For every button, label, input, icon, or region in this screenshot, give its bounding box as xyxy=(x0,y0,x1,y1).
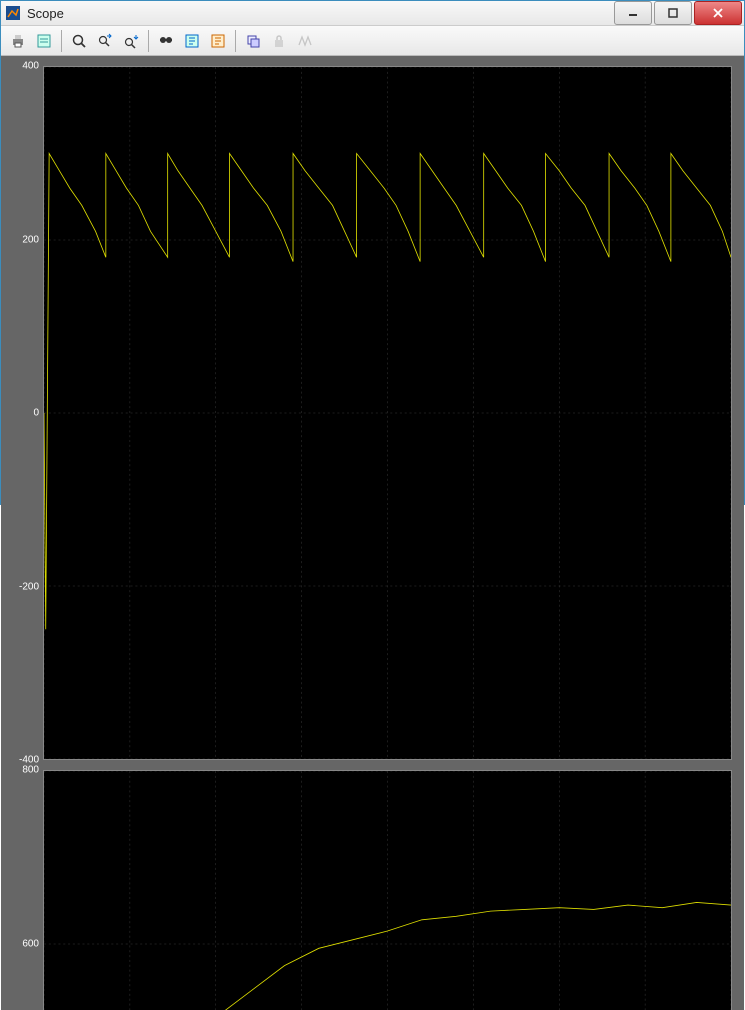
autoscale-button[interactable] xyxy=(154,29,178,53)
toolbar xyxy=(1,26,744,56)
parameters-button[interactable] xyxy=(32,29,56,53)
maximize-button[interactable] xyxy=(654,1,692,25)
lock-button[interactable] xyxy=(267,29,291,53)
titlebar: Scope xyxy=(1,1,744,26)
print-button[interactable] xyxy=(6,29,30,53)
ytick: 0 xyxy=(33,408,39,419)
chart-1-yaxis: -400-2000200400 xyxy=(13,66,43,760)
minimize-button[interactable] xyxy=(614,1,652,25)
window-buttons xyxy=(614,1,744,25)
chart-2: 0200400600800 xyxy=(13,770,732,1010)
ytick: 200 xyxy=(22,234,39,245)
plot-area: -400-2000200400 0200400600800 00.0050.01… xyxy=(1,56,744,1010)
restore-config-button[interactable] xyxy=(206,29,230,53)
float-button[interactable] xyxy=(241,29,265,53)
ytick: 400 xyxy=(22,61,39,72)
ytick: -200 xyxy=(19,581,39,592)
save-config-button[interactable] xyxy=(180,29,204,53)
ytick: 800 xyxy=(22,765,39,776)
zoom-y-button[interactable] xyxy=(119,29,143,53)
chart-1-canvas[interactable] xyxy=(43,66,732,760)
zoom-button[interactable] xyxy=(67,29,91,53)
signal-button[interactable] xyxy=(293,29,317,53)
scope-window: Scope -400-2000200400 020 xyxy=(0,0,745,505)
app-icon xyxy=(5,5,21,21)
ytick: 600 xyxy=(22,938,39,949)
close-button[interactable] xyxy=(694,1,742,25)
window-title: Scope xyxy=(27,6,64,21)
chart-2-yaxis: 0200400600800 xyxy=(13,770,43,1010)
chart-1: -400-2000200400 xyxy=(13,66,732,760)
zoom-x-button[interactable] xyxy=(93,29,117,53)
chart-2-canvas[interactable] xyxy=(43,770,732,1010)
